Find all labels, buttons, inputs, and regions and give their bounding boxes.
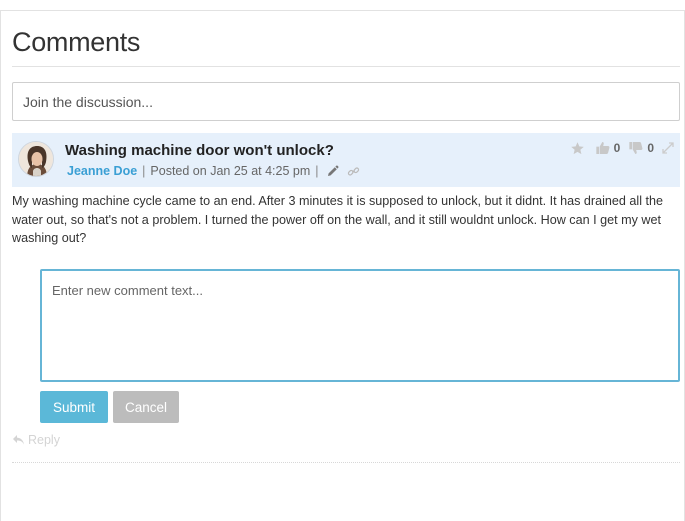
comment-body: My washing machine cycle came to an end.… <box>12 194 664 245</box>
star-icon[interactable] <box>570 141 585 156</box>
author-link[interactable]: Jeanne Doe <box>67 164 137 178</box>
meta-separator: | <box>315 164 319 178</box>
avatar[interactable] <box>18 141 54 177</box>
join-discussion-input[interactable] <box>12 82 680 121</box>
reply-icon <box>12 434 25 446</box>
comment-header: Washing machine door won't unlock? Jeann… <box>12 133 680 187</box>
thumbs-down-icon[interactable] <box>628 140 644 156</box>
submit-button[interactable]: Submit <box>40 391 108 423</box>
new-comment-textarea[interactable] <box>40 269 680 382</box>
posted-date: Posted on Jan 25 at 4:25 pm <box>150 164 311 178</box>
upvote-count: 0 <box>613 141 621 155</box>
comment-meta: Jeanne Doe | Posted on Jan 25 at 4:25 pm… <box>67 164 360 178</box>
title-divider <box>12 66 680 67</box>
comment-divider <box>12 462 680 463</box>
pencil-icon[interactable] <box>326 165 339 178</box>
thumbs-up-icon[interactable] <box>595 140 611 156</box>
comment-title: Washing machine door won't unlock? <box>65 142 334 159</box>
meta-separator: | <box>142 164 146 178</box>
cancel-button[interactable]: Cancel <box>113 391 179 423</box>
link-icon[interactable] <box>347 165 360 178</box>
vote-controls: 0 0 <box>570 140 674 156</box>
reply-link[interactable]: Reply <box>12 433 60 447</box>
reply-label: Reply <box>28 433 60 447</box>
downvote-count: 0 <box>647 141 654 155</box>
expand-icon[interactable] <box>662 142 674 154</box>
page-title: Comments <box>12 27 141 57</box>
